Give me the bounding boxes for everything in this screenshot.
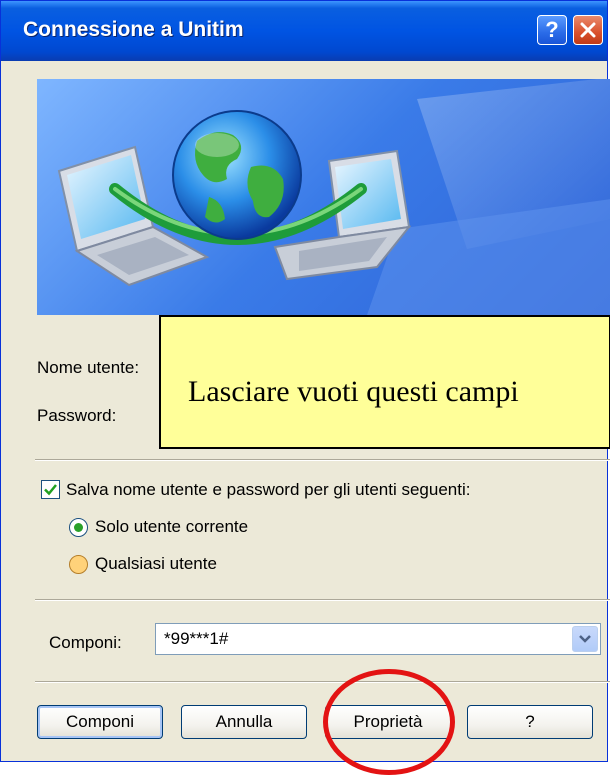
dial-label: Componi: [49,633,122,652]
highlight-circle [323,669,455,775]
network-illustration [57,79,610,315]
save-credentials-checkbox[interactable] [41,480,60,499]
dial-button[interactable]: Componi [37,705,163,739]
dialog-window: Connessione a Unitim ? Nome utente: Pass… [0,0,610,775]
help-title-button[interactable]: ? [537,15,567,45]
title-bar[interactable]: Connessione a Unitim ? [1,1,607,61]
radio-any-user-label[interactable]: Qualsiasi utente [95,554,217,574]
close-button[interactable] [573,15,603,45]
radio-current-user-label[interactable]: Solo utente corrente [95,517,248,537]
divider [35,599,610,601]
chevron-down-icon [579,635,591,643]
dial-number-combobox[interactable]: *99***1# [155,623,601,655]
divider [35,459,610,461]
save-credentials-label[interactable]: Salva nome utente e password per gli ute… [66,480,470,500]
divider [35,681,610,683]
window-title: Connessione a Unitim [23,18,244,41]
checkmark-icon [44,484,57,496]
password-label: Password: [37,406,117,425]
close-icon [580,22,596,38]
dial-number-value[interactable]: *99***1# [164,629,228,649]
help-button[interactable]: ? [467,705,593,739]
dropdown-button[interactable] [572,626,598,652]
annotation-text: Lasciare vuoti questi campi [188,375,519,408]
annotation-note: Lasciare vuoti questi campi [159,315,610,449]
radio-any-user[interactable] [69,555,88,574]
radio-current-user[interactable] [69,518,88,537]
cancel-button[interactable]: Annulla [181,705,307,739]
globe-icon [172,110,302,240]
connection-banner-image [37,79,610,315]
username-label: Nome utente: [37,358,140,377]
